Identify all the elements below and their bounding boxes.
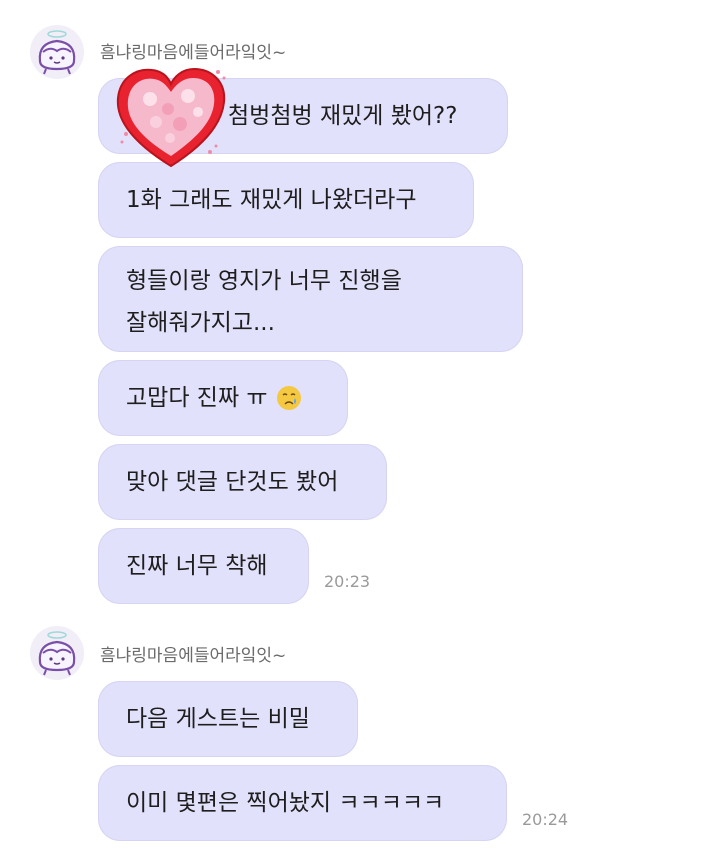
message-text: 첨벙첨벙 재밌게 봤어??	[228, 103, 458, 129]
message-text: 진짜 너무 착해	[126, 553, 268, 579]
pudding-avatar-icon	[38, 631, 76, 676]
message-text: 1화 그래도 재밌게 나왔더라구	[126, 187, 417, 213]
message-bubble[interactable]: 이미 몇편은 찍어놨지 ㅋㅋㅋㅋㅋ	[98, 765, 507, 841]
sender-name: 흠냐링마음에들어라잌잇~	[100, 646, 287, 666]
pudding-avatar-icon	[38, 30, 76, 75]
message-text: 다음 게스트는 비밀	[126, 706, 310, 732]
message-bubble[interactable]: 진짜 너무 착해	[98, 528, 309, 604]
crying-face-icon	[276, 386, 301, 410]
message-text: 이미 몇편은 찍어놨지 ㅋㅋㅋㅋㅋ	[126, 790, 445, 816]
message-text: 맞아 댓글 단것도 봤어	[126, 469, 339, 495]
message-bubble[interactable]: 고맙다 진짜 ㅠ	[98, 360, 348, 436]
message-timestamp: 20:23	[324, 572, 371, 591]
message-text: 고맙다 진짜 ㅠ	[126, 385, 268, 411]
heart-sticker-icon	[116, 67, 226, 168]
message-bubble[interactable]: 1화 그래도 재밌게 나왔더라구	[98, 162, 474, 238]
message-text-line: 잘해줘가지고...	[126, 310, 275, 336]
message-text-line: 형들이랑 영지가 너무 진행을	[126, 268, 402, 294]
sender-name: 흠냐링마음에들어라잌잇~	[100, 43, 287, 63]
message-bubble[interactable]: 다음 게스트는 비밀	[98, 681, 358, 757]
sender-avatar[interactable]	[30, 25, 84, 79]
message-timestamp: 20:24	[522, 810, 569, 829]
message-bubble[interactable]: 형들이랑 영지가 너무 진행을 잘해줘가지고...	[98, 246, 523, 352]
message-bubble[interactable]: 맞아 댓글 단것도 봤어	[98, 444, 387, 520]
sender-avatar[interactable]	[30, 626, 84, 680]
